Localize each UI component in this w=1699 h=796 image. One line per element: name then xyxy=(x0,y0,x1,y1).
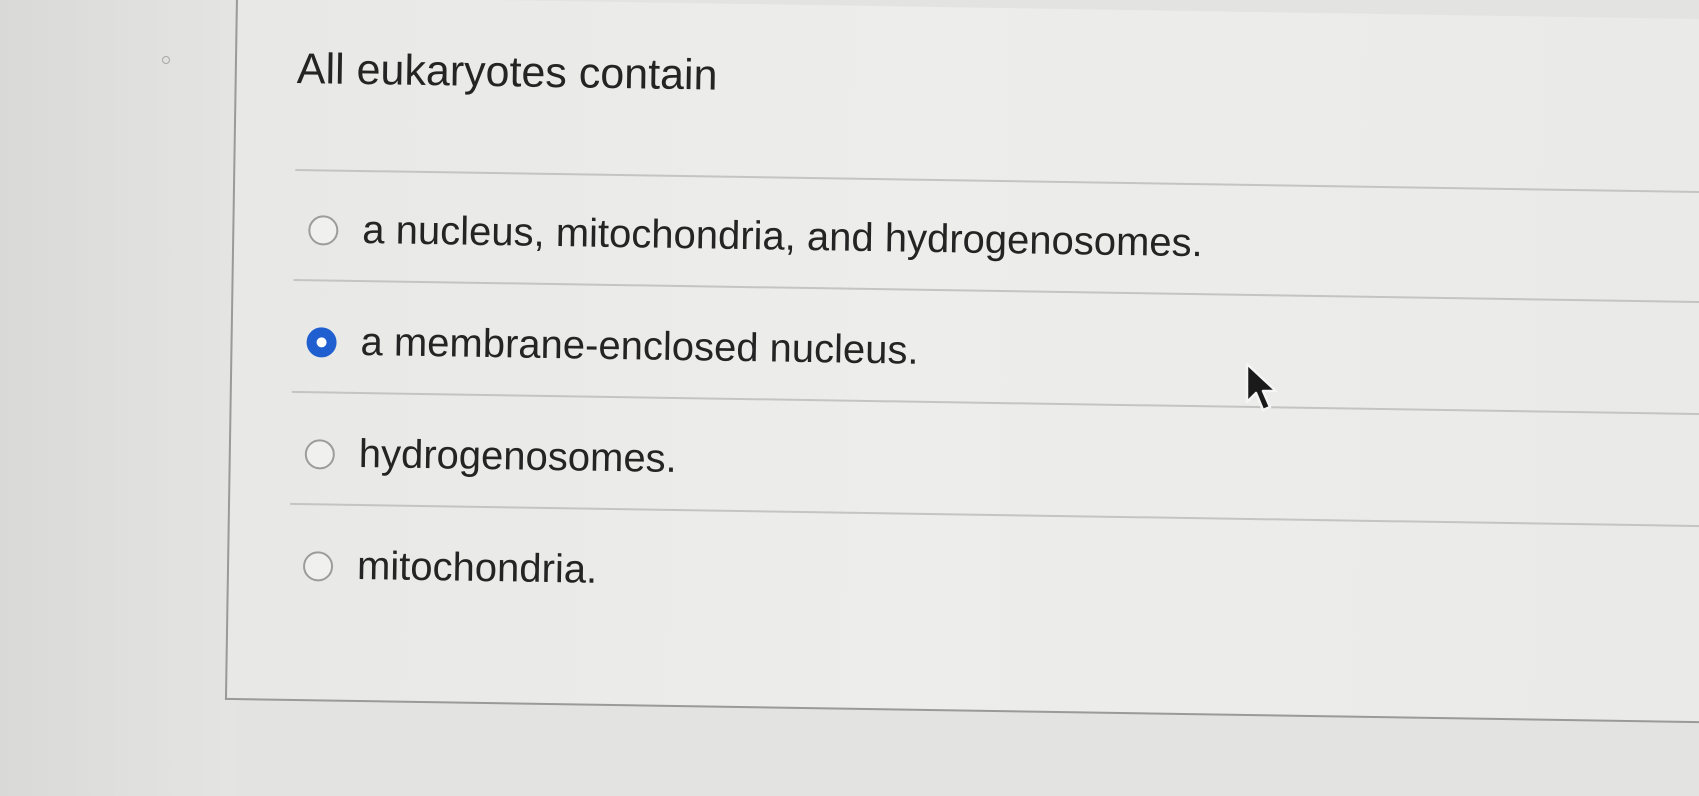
mouse-pointer-icon xyxy=(1245,362,1278,412)
small-circle-icon xyxy=(162,56,170,64)
divider xyxy=(293,278,1699,304)
question-card: All eukaryotes contain a nucleus, mitoch… xyxy=(224,0,1699,724)
option-4[interactable]: mitochondria. xyxy=(302,543,598,593)
option-3[interactable]: hydrogenosomes. xyxy=(304,431,677,482)
radio-button-1[interactable] xyxy=(308,214,339,246)
divider xyxy=(295,168,1699,194)
radio-button-3[interactable] xyxy=(304,438,336,470)
option-label: mitochondria. xyxy=(356,543,598,592)
option-1[interactable]: a nucleus, mitochondria, and hydrogenoso… xyxy=(308,207,1203,266)
option-label: hydrogenosomes. xyxy=(358,431,678,481)
option-label: a membrane-enclosed nucleus. xyxy=(360,320,919,373)
radio-button-2[interactable] xyxy=(306,326,337,358)
question-text: All eukaryotes contain xyxy=(296,44,718,100)
option-2[interactable]: a membrane-enclosed nucleus. xyxy=(306,319,919,374)
radio-button-4[interactable] xyxy=(302,550,334,582)
left-gutter xyxy=(0,0,236,796)
divider xyxy=(290,502,1699,528)
option-label: a nucleus, mitochondria, and hydrogenoso… xyxy=(361,208,1204,266)
divider xyxy=(291,390,1699,416)
radio-dot xyxy=(316,336,327,347)
